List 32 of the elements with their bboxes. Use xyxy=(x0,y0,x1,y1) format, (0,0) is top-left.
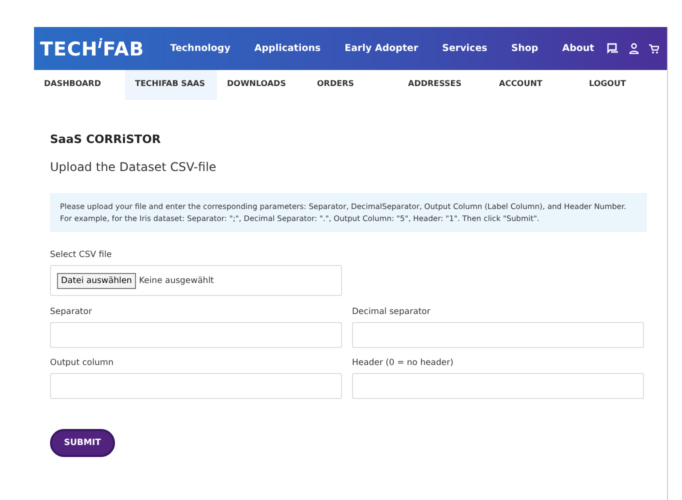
input-field[interactable] xyxy=(50,373,342,399)
nav-link[interactable]: Services xyxy=(442,43,488,54)
submit-button[interactable]: SUBMIT xyxy=(50,429,115,457)
subnav-tab[interactable]: LOGOUT xyxy=(579,70,638,100)
field-label: Select CSV file xyxy=(50,250,113,260)
subnav-tab[interactable]: ORDERS xyxy=(307,70,398,100)
cart-icon[interactable] xyxy=(649,44,659,54)
field-label: Output column xyxy=(50,358,115,368)
logo[interactable]: TECH$^{i}$FAB xyxy=(40,36,144,60)
subnav-tab[interactable]: DOWNLOADS xyxy=(217,70,307,100)
nav-link[interactable]: Applications xyxy=(254,43,321,54)
nav-link[interactable]: Technology xyxy=(170,43,230,54)
file-status: Keine ausgewählt xyxy=(138,276,214,286)
input-field[interactable] xyxy=(352,373,644,399)
nav-link[interactable]: About xyxy=(562,43,594,54)
chat-icon[interactable] xyxy=(607,43,619,54)
page-title: SaaS CORRiSTOR xyxy=(50,132,162,146)
subnav-tab[interactable]: TECHIFAB SAAS xyxy=(125,70,217,100)
field-label: Header (0 = no header) xyxy=(352,358,454,368)
field-label: Decimal separator xyxy=(352,307,432,317)
nav-link[interactable]: Early Adopter xyxy=(344,43,418,54)
input-field[interactable] xyxy=(352,322,644,348)
choose-file-button[interactable]: Datei auswählen xyxy=(57,272,136,288)
subnav-tab[interactable]: DASHBOARD xyxy=(34,70,125,100)
subnav-tab[interactable]: ACCOUNT xyxy=(489,70,579,100)
nav-link[interactable]: Shop xyxy=(511,43,538,54)
file-input-field[interactable]: Datei auswählen Keine ausgewählt xyxy=(50,265,342,296)
subnav-tab[interactable]: ADDRESSES xyxy=(398,70,489,100)
input-field[interactable] xyxy=(50,322,342,348)
field-label: Separator xyxy=(50,307,93,317)
section-title: Upload the Dataset CSV-file xyxy=(50,160,218,174)
user-icon[interactable] xyxy=(629,43,639,54)
